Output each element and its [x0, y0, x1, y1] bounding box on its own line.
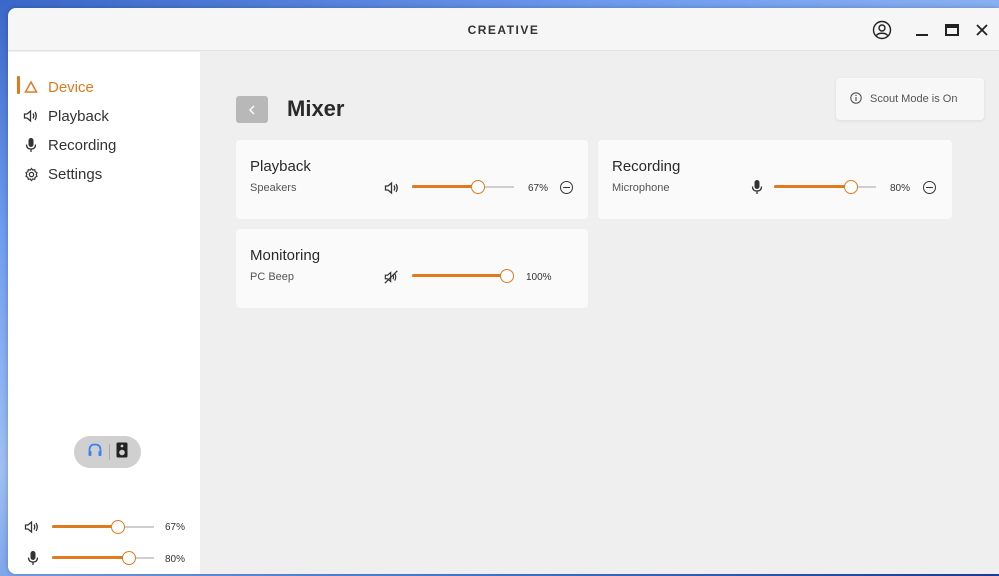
sidebar-item-settings[interactable]: Settings — [22, 163, 102, 185]
speaker-icon[interactable] — [384, 180, 400, 196]
sidebar: Device Playback Recording Settings 67% 8… — [8, 52, 200, 574]
more-options-icon[interactable] — [560, 181, 573, 194]
speaker-box-icon[interactable] — [116, 442, 128, 463]
card-device: Speakers — [250, 182, 297, 194]
back-button[interactable] — [236, 96, 268, 123]
main-content: Mixer Scout Mode is On Playback Speakers… — [200, 52, 999, 574]
sidebar-item-recording[interactable]: Recording — [22, 134, 116, 156]
slider-fill — [52, 525, 113, 528]
card-device: PC Beep — [250, 271, 295, 283]
active-indicator — [17, 76, 20, 94]
sidebar-item-label: Playback — [48, 107, 109, 125]
scout-mode-badge[interactable]: Scout Mode is On — [836, 78, 984, 120]
card-title: Playback — [250, 158, 311, 175]
monitoring-volume-value: 100% — [526, 272, 552, 283]
mixer-card-recording: Recording Microphone 80% — [598, 140, 952, 219]
info-icon — [850, 91, 862, 107]
toggle-divider — [109, 444, 110, 460]
brand-logo: CREATIVE — [467, 23, 540, 37]
slider-knob[interactable] — [500, 269, 514, 283]
sidebar-item-device[interactable]: Device — [22, 76, 94, 98]
slider-knob[interactable] — [122, 551, 136, 565]
quick-mic-value: 80% — [165, 554, 186, 565]
output-device-toggle[interactable] — [74, 436, 141, 468]
recording-volume-value: 80% — [890, 183, 911, 194]
recording-volume-slider[interactable] — [774, 179, 876, 195]
headphones-icon[interactable] — [87, 442, 103, 463]
maximize-button[interactable] — [940, 18, 964, 42]
device-triangle-icon — [22, 80, 40, 94]
close-button[interactable] — [970, 18, 994, 42]
slider-fill — [52, 556, 124, 559]
speaker-icon — [22, 109, 40, 123]
title-bar: CREATIVE — [8, 8, 999, 51]
slider-knob[interactable] — [471, 180, 485, 194]
microphone-icon[interactable] — [749, 179, 765, 195]
playback-volume-value: 67% — [528, 183, 549, 194]
app-window: CREATIVE Device Playback Recording Setti… — [8, 8, 999, 574]
speaker-muted-icon[interactable] — [384, 269, 400, 285]
account-icon[interactable] — [870, 18, 894, 42]
mixer-card-monitoring: Monitoring PC Beep 100% — [236, 229, 588, 308]
mixer-card-playback: Playback Speakers 67% — [236, 140, 588, 219]
slider-fill — [412, 185, 473, 188]
sidebar-item-label: Settings — [48, 165, 103, 183]
speaker-icon — [24, 520, 40, 539]
minimize-button[interactable] — [910, 18, 934, 42]
quick-volume-slider[interactable] — [52, 519, 154, 535]
monitoring-volume-slider[interactable] — [412, 268, 514, 284]
microphone-icon — [22, 137, 40, 153]
sidebar-item-label: Recording — [48, 136, 117, 154]
card-title: Recording — [612, 158, 681, 175]
slider-knob[interactable] — [844, 180, 858, 194]
scout-mode-label: Scout Mode is On — [870, 93, 958, 105]
page-title: Mixer — [287, 96, 345, 121]
more-options-icon[interactable] — [923, 181, 936, 194]
slider-fill — [412, 274, 502, 277]
quick-mic-slider[interactable] — [52, 550, 154, 566]
slider-knob[interactable] — [111, 520, 125, 534]
card-device: Microphone — [612, 182, 670, 194]
sidebar-item-playback[interactable]: Playback — [22, 105, 109, 127]
sidebar-item-label: Device — [48, 78, 94, 96]
slider-fill — [774, 185, 846, 188]
gear-icon — [22, 166, 40, 182]
quick-volume-value: 67% — [165, 522, 186, 533]
microphone-icon — [27, 550, 39, 571]
card-title: Monitoring — [250, 247, 321, 264]
playback-volume-slider[interactable] — [412, 179, 514, 195]
